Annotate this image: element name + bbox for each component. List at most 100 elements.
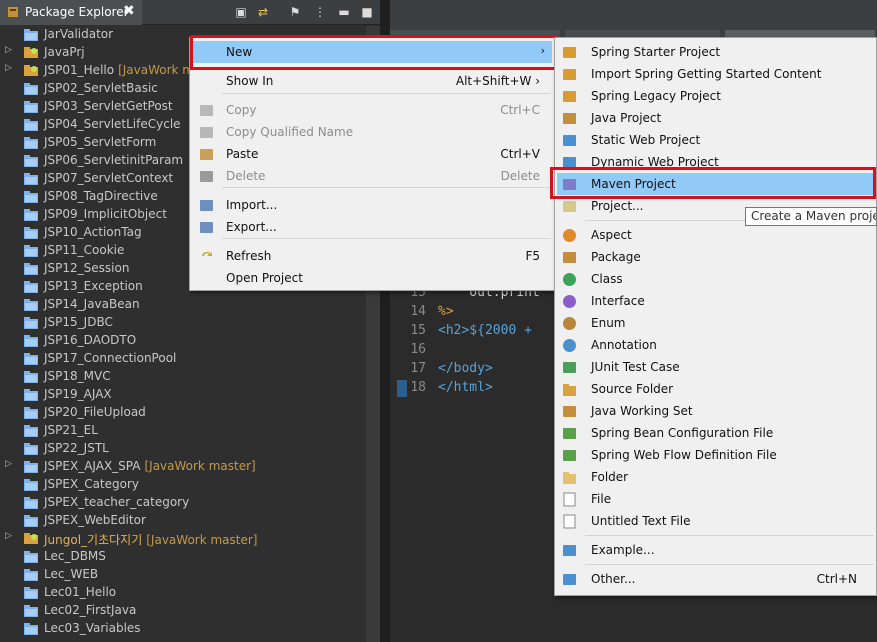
project-tree-item[interactable]: Lec02_FirstJava (0, 602, 366, 620)
other-icon (563, 574, 576, 585)
copy-icon (200, 105, 213, 116)
project-tree-item[interactable]: JSP21_EL (0, 422, 366, 440)
project-tree-item[interactable]: JSP22_JSTL (0, 440, 366, 458)
project-folder-icon (24, 119, 38, 131)
new-item-source-folder[interactable]: Source Folder (557, 378, 875, 400)
project-name: JSP07_ServletContext (44, 171, 174, 185)
expand-arrow-icon[interactable]: ▷ (5, 63, 12, 73)
new-item-aspect[interactable]: Aspect (557, 224, 875, 246)
paste-icon (200, 149, 213, 160)
menu-item-open-project[interactable]: Open Project (192, 267, 552, 289)
new-item-interface[interactable]: Interface (557, 290, 875, 312)
menu-item-label: Import... (226, 198, 278, 212)
new-item-other[interactable]: Other... Ctrl+N (557, 568, 875, 590)
git-project-icon (24, 47, 38, 58)
project-folder-icon (24, 101, 38, 113)
project-tree-item[interactable]: ▷ Jungol_기초다지기 [JavaWork master] (0, 530, 366, 548)
project-folder-icon (24, 281, 38, 293)
menu-item-import[interactable]: Import... (192, 194, 552, 216)
spring-file-icon (563, 428, 576, 439)
project-tree-item[interactable]: Lec_DBMS (0, 548, 366, 566)
menu-item-copy: Copy Ctrl+C (192, 99, 552, 121)
new-item-annotation[interactable]: Annotation (557, 334, 875, 356)
export-icon (200, 222, 213, 233)
project-tree-item[interactable]: JSP18_MVC (0, 368, 366, 386)
close-icon[interactable]: ✖ (123, 3, 135, 19)
expand-arrow-icon[interactable]: ▷ (5, 45, 12, 55)
new-item-folder[interactable]: Folder (557, 466, 875, 488)
menu-item-label: Java Working Set (591, 404, 693, 418)
project-tree-item[interactable]: JSPEX_WebEditor (0, 512, 366, 530)
new-item-spring-web-flow-definition-file[interactable]: Spring Web Flow Definition File (557, 444, 875, 466)
new-item-example[interactable]: Example... (557, 539, 875, 561)
new-item-enum[interactable]: Enum (557, 312, 875, 334)
new-item-spring-starter-project[interactable]: Spring Starter Project (557, 41, 875, 63)
view-menu-icon[interactable]: ⋮ (312, 4, 328, 20)
project-tree-item[interactable]: JSP16_DAODTO (0, 332, 366, 350)
project-name: JSP21_EL (44, 423, 98, 437)
project-tree-item[interactable]: JSP14_JavaBean (0, 296, 366, 314)
project-name: Lec_WEB (44, 567, 99, 581)
project-name: JSP13_Exception (44, 279, 143, 293)
new-item-junit-test-case[interactable]: JUnit Test Case (557, 356, 875, 378)
new-item-import-spring-getting-started-content[interactable]: Import Spring Getting Started Content (557, 63, 875, 85)
maven-highlight-box (550, 167, 876, 199)
new-item-file[interactable]: File (557, 488, 875, 510)
menu-item-delete: Delete Delete (192, 165, 552, 187)
editor-tab[interactable] (565, 30, 720, 37)
git-branch-label: [JavaWork master] (146, 533, 258, 547)
project-tree-item[interactable]: Lec01_Hello (0, 584, 366, 602)
menu-item-label: JUnit Test Case (591, 360, 680, 374)
new-item-class[interactable]: Class (557, 268, 875, 290)
new-item-static-web-project[interactable]: Static Web Project (557, 129, 875, 151)
project-folder-icon (24, 353, 38, 365)
project-tree-item[interactable]: JSPEX_teacher_category (0, 494, 366, 512)
package-explorer-tab[interactable]: Package Explorer ✖ (0, 0, 142, 25)
project-tree-item[interactable]: ▷ JSPEX_AJAX_SPA [JavaWork master] (0, 458, 366, 476)
collapse-all-icon[interactable]: ▣ (233, 4, 249, 20)
maximize-icon[interactable]: ■ (359, 4, 375, 20)
project-name: JSP10_ActionTag (44, 225, 142, 239)
new-item-spring-bean-configuration-file[interactable]: Spring Bean Configuration File (557, 422, 875, 444)
new-highlight-box (190, 35, 558, 70)
project-name: JSPEX_AJAX_SPA [JavaWork master] (44, 459, 256, 473)
project-tree-item[interactable]: JSP19_AJAX (0, 386, 366, 404)
project-folder-icon (24, 389, 38, 401)
menu-item-label: Package (591, 250, 641, 264)
menu-item-shortcut: F5 (525, 249, 540, 263)
source-folder-icon (563, 384, 576, 396)
expand-arrow-icon[interactable]: ▷ (5, 531, 12, 541)
new-item-package[interactable]: Package (557, 246, 875, 268)
new-item-java-working-set[interactable]: Java Working Set (557, 400, 875, 422)
project-tree-item[interactable]: Lec03_Variables (0, 620, 366, 638)
project-name: Lec03_Variables (44, 621, 141, 635)
web-project-icon (563, 135, 576, 146)
menu-item-paste[interactable]: Paste Ctrl+V (192, 143, 552, 165)
expand-arrow-icon[interactable]: ▷ (5, 459, 12, 469)
link-with-editor-icon[interactable]: ⇄ (255, 4, 271, 20)
spring-project-icon (563, 69, 576, 80)
project-tree-item[interactable]: Lec_WEB (0, 566, 366, 584)
junit-icon (563, 362, 576, 373)
new-item-spring-legacy-project[interactable]: Spring Legacy Project (557, 85, 875, 107)
project-tree-item[interactable]: JSPEX_Category (0, 476, 366, 494)
project-tree-item[interactable]: JSP17_ConnectionPool (0, 350, 366, 368)
project-tree-item[interactable]: JSP20_FileUpload (0, 404, 366, 422)
menu-item-label: Untitled Text File (591, 514, 691, 528)
menu-item-shortcut: Alt+Shift+W › (455, 74, 540, 88)
menu-item-label: Spring Legacy Project (591, 89, 721, 103)
new-item-java-project[interactable]: Java Project (557, 107, 875, 129)
menu-item-refresh[interactable]: Refresh F5 (192, 245, 552, 267)
project-name: JSP16_DAODTO (44, 333, 137, 347)
menu-item-show-in[interactable]: Show In Alt+Shift+W › (192, 70, 552, 92)
filter-icon[interactable]: ⚑ (287, 4, 303, 20)
menu-item-export[interactable]: Export... (192, 216, 552, 238)
menu-item-label: Spring Web Flow Definition File (591, 448, 777, 462)
project-tree-item[interactable]: JSP15_JDBC (0, 314, 366, 332)
git-project-icon (24, 533, 38, 544)
new-item-untitled-text-file[interactable]: Untitled Text File (557, 510, 875, 532)
menu-item-label: Source Folder (591, 382, 674, 396)
project-folder-icon (24, 173, 38, 185)
editor-tab-active[interactable] (725, 30, 875, 37)
minimize-icon[interactable]: ▬ (336, 4, 352, 20)
